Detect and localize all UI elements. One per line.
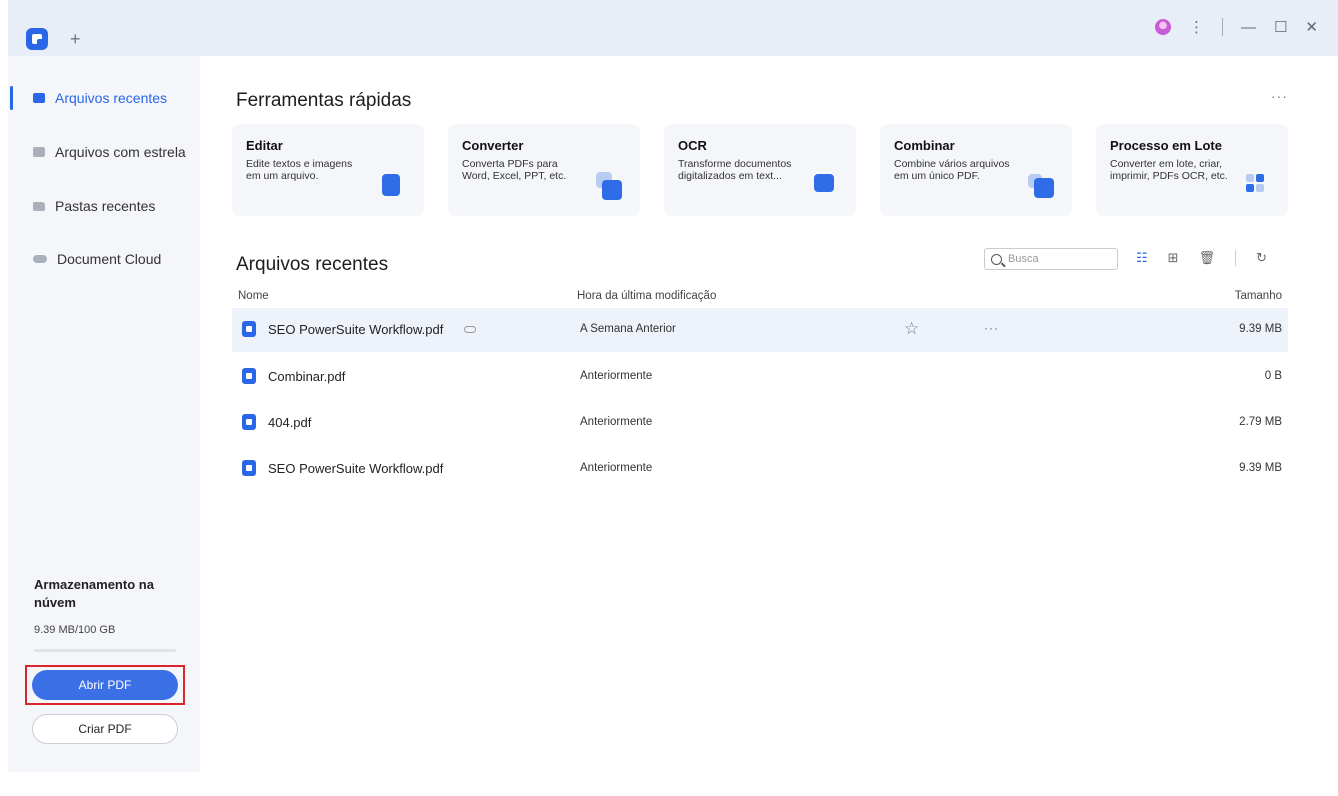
sidebar-item-label: Arquivos recentes: [55, 90, 168, 106]
file-size: 9.39 MB: [1239, 323, 1282, 335]
batch-icon-part: [1246, 184, 1254, 192]
sidebar-item-document-cloud[interactable]: Document Cloud: [8, 247, 200, 271]
row-more-button[interactable]: ···: [984, 321, 999, 335]
minimize-button[interactable]: —: [1241, 19, 1256, 36]
tool-card-title: Processo em Lote: [1110, 138, 1222, 153]
recent-files-icon: [33, 93, 45, 103]
file-row[interactable]: SEO PowerSuite Workflow.pdf Anteriorment…: [232, 447, 1288, 491]
tool-card-desc: Combine vários arquivos em um único PDF.: [894, 158, 1010, 182]
tool-card-title: Editar: [246, 138, 283, 153]
file-modified: A Semana Anterior: [580, 323, 676, 335]
cloud-icon: [33, 255, 47, 263]
file-size: 0 B: [1264, 370, 1282, 382]
column-header-modified[interactable]: Hora da última modificação: [577, 290, 716, 302]
titlebar-divider: [1221, 18, 1223, 36]
sidebar-item-recent-folders[interactable]: Pastas recentes: [8, 194, 200, 218]
sidebar-item-label: Pastas recentes: [55, 198, 156, 214]
storage-title: Armazenamento na núvem: [34, 577, 154, 610]
refresh-icon[interactable]: ↻: [1256, 250, 1267, 266]
user-avatar[interactable]: [1154, 19, 1171, 35]
file-size: 2.79 MB: [1239, 416, 1282, 428]
delete-icon[interactable]: 🗑: [1199, 250, 1216, 266]
grid-view-icon[interactable]: ⊞: [1168, 250, 1179, 266]
list-view-icon[interactable]: ☷: [1136, 250, 1148, 266]
file-name: SEO PowerSuite Workflow.pdf: [268, 322, 444, 337]
storage-progress-bar: [34, 649, 176, 652]
close-button[interactable]: ✕: [1305, 18, 1318, 36]
tool-card-desc: Converter em lote, criar, imprimir, PDFs…: [1110, 158, 1228, 182]
open-pdf-button[interactable]: Abrir PDF: [32, 670, 178, 700]
column-header-name[interactable]: Nome: [238, 290, 269, 302]
star-icon[interactable]: ☆: [904, 319, 919, 339]
sidebar-item-recent-files[interactable]: Arquivos recentes: [8, 86, 200, 110]
convert-icon: [602, 180, 622, 200]
tool-card-combine[interactable]: Combinar Combine vários arquivos em um ú…: [880, 124, 1072, 216]
quick-tools-more-button[interactable]: ···: [1271, 88, 1288, 104]
tool-card-desc: Converta PDFs para Word, Excel, PPT, etc…: [462, 158, 567, 182]
file-row[interactable]: SEO PowerSuite Workflow.pdf A Semana Ant…: [232, 308, 1288, 352]
batch-icon: [1256, 174, 1264, 182]
file-modified: Anteriormente: [580, 462, 653, 474]
create-pdf-button[interactable]: Criar PDF: [32, 714, 178, 744]
quick-tools-title: Ferramentas rápidas: [236, 90, 412, 111]
file-row[interactable]: 404.pdf Anteriormente 2.79 MB: [232, 401, 1288, 445]
cloud-upload-icon[interactable]: [464, 326, 476, 333]
file-size: 9.39 MB: [1239, 462, 1282, 474]
title-bar: + ⋮ — ☐ ✕: [8, 0, 1338, 56]
search-icon: [991, 253, 1002, 265]
file-modified: Anteriormente: [580, 370, 653, 382]
pdf-file-icon: [242, 321, 256, 337]
batch-icon-part: [1246, 174, 1254, 182]
file-modified: Anteriormente: [580, 416, 653, 428]
tool-card-batch[interactable]: Processo em Lote Converter em lote, cria…: [1096, 124, 1288, 216]
sidebar-item-label: Arquivos com estrela: [55, 144, 186, 160]
pdf-file-icon: [242, 460, 256, 476]
tool-card-title: Combinar: [894, 138, 955, 153]
search-input[interactable]: Busca: [984, 248, 1118, 270]
starred-files-icon: [33, 147, 45, 157]
column-header-size[interactable]: Tamanho: [1235, 290, 1282, 302]
app-logo-icon[interactable]: [26, 28, 48, 50]
tool-card-desc: Transforme documentos digitalizados em t…: [678, 158, 792, 182]
recent-files-title: Arquivos recentes: [236, 254, 389, 275]
pdf-file-icon: [242, 368, 256, 384]
file-name: Combinar.pdf: [268, 369, 346, 384]
folder-icon: [33, 201, 45, 211]
sidebar-item-starred-files[interactable]: Arquivos com estrela: [8, 140, 200, 164]
search-placeholder: Busca: [1008, 253, 1039, 265]
tool-card-edit[interactable]: Editar Edite textos e imagens em um arqu…: [232, 124, 424, 216]
tool-card-desc: Edite textos e imagens em um arquivo.: [246, 158, 353, 182]
combine-icon: [1034, 178, 1054, 198]
sidebar: Arquivos recentes Arquivos com estrela P…: [8, 56, 200, 772]
pdf-file-icon: [242, 414, 256, 430]
tool-card-title: Converter: [462, 138, 524, 153]
edit-icon: [382, 174, 400, 196]
sidebar-item-label: Document Cloud: [57, 251, 162, 267]
new-tab-button[interactable]: +: [70, 28, 81, 50]
file-name: 404.pdf: [268, 415, 312, 430]
ocr-icon: [814, 174, 834, 192]
tool-card-title: OCR: [678, 138, 707, 153]
batch-icon-part: [1256, 184, 1264, 192]
storage-size: 9.39 MB/100 GB: [34, 624, 116, 636]
maximize-button[interactable]: ☐: [1274, 18, 1287, 36]
tool-card-convert[interactable]: Converter Converta PDFs para Word, Excel…: [448, 124, 640, 216]
file-name: SEO PowerSuite Workflow.pdf: [268, 461, 444, 476]
tool-card-ocr[interactable]: OCR Transforme documentos digitalizados …: [664, 124, 856, 216]
menu-icon[interactable]: ⋮: [1189, 18, 1204, 36]
toolbar-divider: [1235, 250, 1237, 266]
file-row[interactable]: Combinar.pdf Anteriormente 0 B: [232, 355, 1288, 399]
